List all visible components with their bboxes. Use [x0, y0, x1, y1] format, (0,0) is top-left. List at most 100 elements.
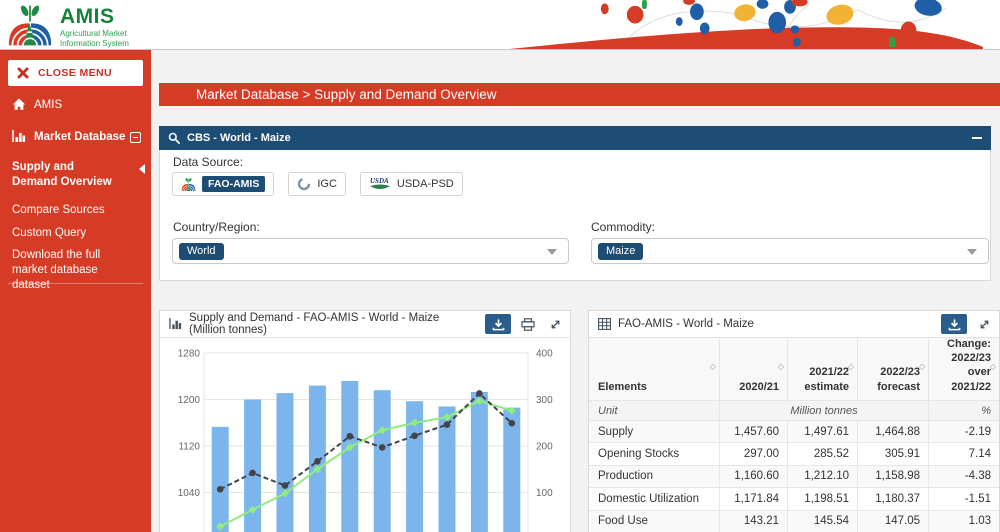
- sidebar-item-supply-and-demand-overview[interactable]: Supply and Demand Overview: [0, 160, 151, 190]
- svg-text:200: 200: [536, 442, 553, 453]
- logo-title: AMIS: [60, 5, 129, 29]
- column-header-label: 2020/21: [739, 380, 779, 394]
- column-header-2021-22[interactable]: 2021/22 estimate◇: [787, 338, 857, 400]
- source-button-usda-psd[interactable]: USDA USDA-PSD: [360, 172, 463, 196]
- supply-demand-chart: 1280400120030011202001040100: [160, 338, 570, 532]
- logo-subtitle: Agricultural Market Information System: [60, 29, 129, 49]
- sidebar-section-label: Market Database: [34, 130, 139, 145]
- expand-icon: [978, 318, 991, 331]
- svg-text:1280: 1280: [178, 349, 201, 360]
- close-menu-button[interactable]: CLOSE MENU: [8, 60, 143, 86]
- sidebar: CLOSE MENU AMIS Market Database Supply a…: [0, 50, 151, 532]
- commodity-select[interactable]: Maize: [591, 238, 989, 264]
- sort-icon: ◇: [710, 362, 716, 372]
- unit-row: Unit Million tonnes %: [589, 400, 999, 420]
- column-header-label: Elements: [598, 380, 647, 394]
- svg-text:1040: 1040: [178, 488, 201, 499]
- column-header-elements[interactable]: Elements ◇: [589, 338, 719, 400]
- sort-icon: ◇: [848, 362, 854, 372]
- search-icon: [168, 132, 180, 144]
- igc-globe-icon: [297, 177, 311, 191]
- value-cell: 297.00: [719, 443, 787, 464]
- element-cell: Food Use: [589, 511, 719, 532]
- filter-panel: CBS - World - Maize Data Source: FAO-AMI…: [159, 126, 991, 281]
- sidebar-item-label: AMIS: [34, 98, 76, 113]
- value-cell: 1,171.84: [719, 488, 787, 509]
- column-header-label: 2021/22 estimate: [804, 365, 849, 394]
- column-header-2022-23[interactable]: 2022/23 forecast◇: [857, 338, 928, 400]
- source-button-label: FAO-AMIS: [202, 176, 265, 192]
- filter-panel-header[interactable]: CBS - World - Maize: [159, 126, 991, 150]
- table-row: Opening Stocks 297.00 285.52 305.91 7.14: [589, 442, 999, 464]
- filter-panel-title: CBS - World - Maize: [187, 132, 965, 144]
- table-download-button[interactable]: [941, 314, 967, 334]
- table-row: Food Use 143.21 145.54 147.05 1.03: [589, 510, 999, 532]
- unit-label: Unit: [589, 401, 719, 420]
- sidebar-item-download-dataset[interactable]: Download the full market database datase…: [0, 248, 151, 293]
- download-icon: [948, 318, 961, 331]
- value-cell: 1,464.88: [857, 421, 928, 442]
- app-header: AMIS Agricultural Market Information Sys…: [0, 0, 1000, 50]
- table-header-row: Elements◇ 2020/21◇ 2021/22 estimate◇ 202…: [589, 338, 999, 400]
- sidebar-item-amis[interactable]: AMIS: [0, 98, 151, 113]
- sidebar-item-label: Supply and Demand Overview: [12, 160, 130, 190]
- svg-text:100: 100: [536, 488, 553, 499]
- value-cell: 1,457.60: [719, 421, 787, 442]
- country-tag: World: [179, 243, 224, 260]
- svg-text:USDA: USDA: [370, 177, 389, 185]
- data-source-label: Data Source:: [173, 155, 243, 169]
- banner-decoration: [480, 0, 1000, 49]
- unit-value: Million tonnes: [719, 401, 928, 420]
- sidebar-item-market-database[interactable]: Market Database: [0, 130, 151, 145]
- amis-logo[interactable]: AMIS Agricultural Market Information Sys…: [7, 2, 129, 49]
- table-panel: FAO-AMIS - World - Maize Elements◇ 2: [588, 310, 1000, 532]
- close-icon: [17, 67, 29, 79]
- chart-panel-header: Supply and Demand - FAO-AMIS - World - M…: [160, 311, 570, 338]
- column-header-label: Change: 2022/23 over 2021/22: [947, 337, 991, 394]
- chart-print-button[interactable]: [518, 314, 538, 334]
- column-header-label: 2022/23 forecast: [877, 365, 920, 394]
- chart-title: Supply and Demand - FAO-AMIS - World - M…: [189, 312, 478, 336]
- source-button-igc[interactable]: IGC: [288, 172, 346, 196]
- table-panel-header: FAO-AMIS - World - Maize: [589, 311, 999, 338]
- column-header-change[interactable]: Change: 2022/23 over 2021/22◇: [928, 338, 999, 400]
- source-button-fao-amis[interactable]: FAO-AMIS: [172, 172, 274, 196]
- table-icon: [598, 318, 611, 330]
- svg-text:400: 400: [536, 349, 553, 360]
- value-cell: -4.38: [928, 466, 999, 487]
- country-region-select[interactable]: World: [172, 238, 569, 264]
- supply-demand-table: Elements◇ 2020/21◇ 2021/22 estimate◇ 202…: [589, 338, 999, 532]
- amis-plant-icon: [7, 2, 53, 48]
- collapse-panel-icon[interactable]: [972, 137, 982, 140]
- element-cell: Production: [589, 466, 719, 487]
- breadcrumb: Market Database > Supply and Demand Over…: [159, 83, 1000, 106]
- element-cell: Domestic Utilization: [589, 488, 719, 509]
- value-cell: 1,198.51: [787, 488, 857, 509]
- chevron-down-icon: [547, 249, 557, 255]
- table-expand-button[interactable]: [974, 314, 994, 334]
- home-icon: [12, 98, 26, 111]
- usda-logo-icon: USDA: [369, 176, 391, 192]
- chart-download-button[interactable]: [485, 314, 511, 334]
- commodity-tag: Maize: [598, 243, 643, 260]
- table-title: FAO-AMIS - World - Maize: [618, 318, 934, 330]
- chart-expand-button[interactable]: [545, 314, 565, 334]
- value-cell: 1,158.98: [857, 466, 928, 487]
- table-row: Production 1,160.60 1,212.10 1,158.98 -4…: [589, 465, 999, 487]
- value-cell: 1,212.10: [787, 466, 857, 487]
- chart-panel: Supply and Demand - FAO-AMIS - World - M…: [159, 310, 571, 532]
- close-menu-label: CLOSE MENU: [38, 67, 112, 79]
- sidebar-item-compare-sources[interactable]: Compare Sources: [0, 203, 151, 218]
- sort-icon: ◇: [919, 362, 925, 372]
- sidebar-divider: [8, 283, 143, 284]
- column-header-2020-21[interactable]: 2020/21◇: [719, 338, 787, 400]
- value-cell: 1.03: [928, 511, 999, 532]
- value-cell: 285.52: [787, 443, 857, 464]
- value-cell: 1,180.37: [857, 488, 928, 509]
- sidebar-item-custom-query[interactable]: Custom Query: [0, 226, 151, 241]
- value-cell: 143.21: [719, 511, 787, 532]
- collapse-section-icon[interactable]: [130, 132, 141, 143]
- value-cell: 1,160.60: [719, 466, 787, 487]
- element-cell: Supply: [589, 421, 719, 442]
- value-cell: -1.51: [928, 488, 999, 509]
